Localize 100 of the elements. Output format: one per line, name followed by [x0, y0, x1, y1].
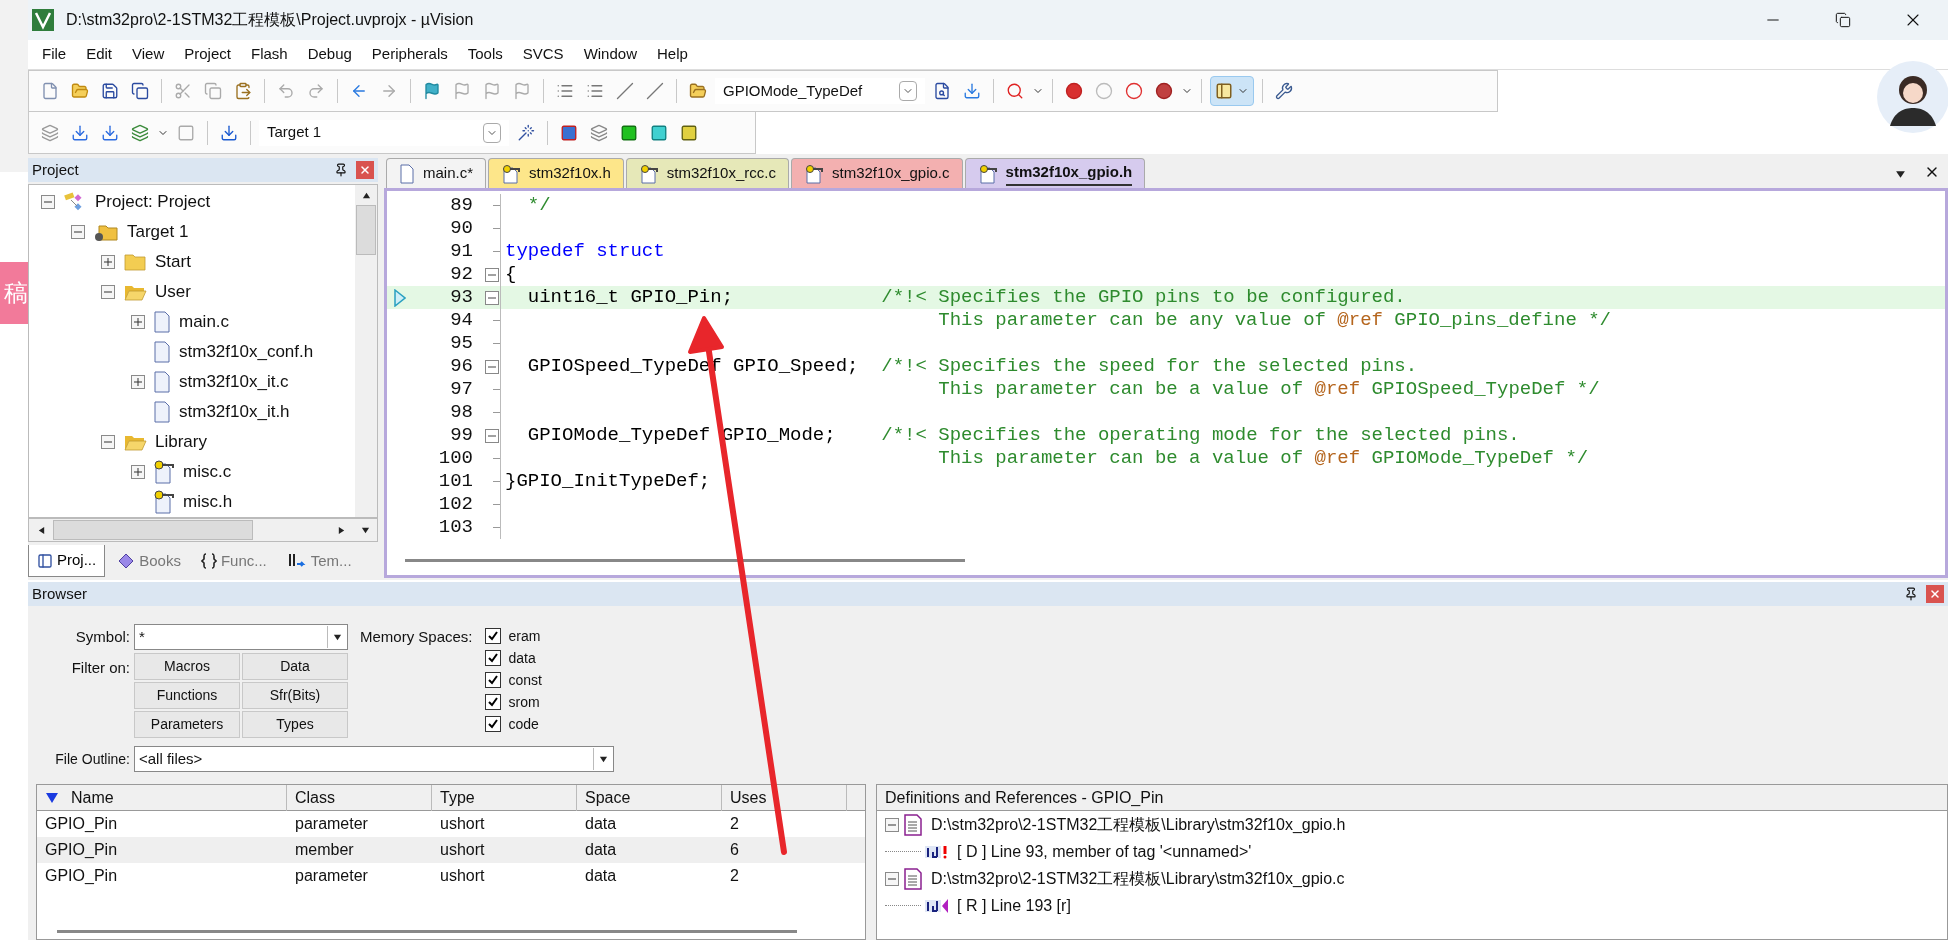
pin-icon[interactable]	[1904, 587, 1918, 601]
expand-icon[interactable]	[101, 255, 115, 269]
window-title: D:\stm32pro\2-1STM32工程模板\Project.uvprojx - µVision	[66, 10, 474, 30]
filter-button[interactable]: Sfr(Bits)	[242, 682, 348, 709]
menu-item[interactable]: SVCS	[512, 43, 574, 66]
reference-item[interactable]: D:\stm32pro\2-1STM32工程模板\Library\stm32f10x_gpio.c	[931, 866, 1345, 891]
scroll-down-icon[interactable]	[360, 525, 370, 535]
menu-item[interactable]: Peripherals	[361, 43, 458, 66]
checkbox[interactable]	[484, 628, 501, 644]
filter-button[interactable]: Data	[242, 653, 348, 680]
window-toggle-button[interactable]	[1210, 76, 1254, 106]
expand-icon[interactable]	[131, 315, 145, 329]
table-cell-text: data	[584, 814, 618, 834]
table-cell-text: ushort	[439, 840, 486, 860]
restore-icon[interactable]	[1835, 12, 1851, 28]
reference-item[interactable]: [ D ] Line 93, member of tag '<unnamed>'	[957, 839, 1252, 864]
checkbox[interactable]	[484, 716, 501, 732]
horizontal-scrollbar[interactable]	[28, 518, 378, 542]
fold-icon[interactable]	[484, 428, 499, 443]
key-file-icon	[501, 163, 522, 184]
file-icon	[153, 371, 171, 393]
target-folder-icon	[93, 222, 119, 242]
scrollbar[interactable]	[355, 185, 377, 517]
tree-item[interactable]: misc.h	[183, 489, 233, 515]
line-number: 89	[449, 193, 474, 219]
scroll-right-icon[interactable]	[336, 525, 346, 535]
table-cell-text: 2	[729, 866, 740, 886]
filter-button[interactable]: Functions	[134, 682, 240, 709]
panel-tab[interactable]: Tem...	[278, 545, 360, 577]
filter-button[interactable]: Parameters	[134, 711, 240, 738]
editor-tab[interactable]: stm32f10x_gpio.c	[790, 158, 963, 188]
line-number: 102	[437, 492, 474, 518]
collapse-icon[interactable]	[101, 285, 115, 299]
table-cell-text: data	[584, 840, 618, 860]
menu-item[interactable]: Help	[647, 43, 698, 66]
file-outline-field[interactable]: <all files>	[134, 746, 614, 772]
collapse-icon[interactable]	[41, 195, 55, 209]
tree-item[interactable]: main.c	[179, 309, 230, 335]
window-icon[interactable]	[1215, 82, 1233, 100]
tree-item[interactable]: User	[155, 279, 191, 305]
tree-item[interactable]: Project: Project	[95, 189, 211, 215]
key-file-icon	[153, 460, 175, 484]
tab-list-icon[interactable]	[1895, 169, 1906, 180]
checkbox[interactable]	[484, 650, 501, 666]
tree-item[interactable]: Target 1	[127, 219, 189, 245]
reference-item[interactable]: [ R ] Line 193 [r]	[957, 893, 1071, 918]
tree-item[interactable]: Start	[155, 249, 191, 275]
table-cell-text: ushort	[439, 814, 486, 834]
line-number: 99	[449, 423, 474, 449]
pin-icon[interactable]	[334, 163, 348, 177]
menu-item[interactable]: Tools	[457, 43, 513, 66]
document-icon	[903, 813, 923, 836]
panel-tab[interactable]: Func...	[192, 545, 275, 577]
line-number: 101	[437, 469, 474, 495]
expand-icon[interactable]	[131, 465, 145, 479]
menu-item[interactable]: View	[122, 43, 175, 66]
menu-item[interactable]: Project	[174, 43, 241, 66]
expand-icon[interactable]	[131, 375, 145, 389]
scroll-up-icon[interactable]	[361, 190, 371, 200]
fold-icon[interactable]	[484, 267, 499, 282]
editor-tab[interactable]: stm32f10x_gpio.h	[964, 158, 1146, 188]
tree-item[interactable]: stm32f10x_it.h	[179, 399, 290, 425]
editor-tab[interactable]: main.c*	[386, 158, 487, 188]
table-cell-text: GPIO_Pin	[44, 814, 119, 834]
tree-item[interactable]: stm32f10x_conf.h	[179, 339, 314, 365]
reference-item[interactable]: D:\stm32pro\2-1STM32工程模板\Library\stm32f10x_gpio.h	[931, 812, 1346, 837]
field-label: File Outline:	[54, 749, 130, 769]
checkbox[interactable]	[484, 694, 501, 710]
tree-item[interactable]: stm32f10x_it.c	[179, 369, 289, 395]
checkbox[interactable]	[484, 672, 501, 688]
fold-icon[interactable]	[484, 290, 499, 305]
tree-item[interactable]: Library	[155, 429, 207, 455]
dropdown-icon[interactable]	[599, 754, 608, 764]
filter-button[interactable]: Types	[242, 711, 348, 738]
code-line: uint16_t GPIO_Pin; /*!< Specifies the GPIO pins to be configured.	[526, 286, 1406, 309]
symbol-field[interactable]: *	[134, 624, 348, 650]
document-icon	[903, 867, 923, 890]
tree-item[interactable]: misc.c	[183, 459, 232, 485]
menu-item[interactable]: Flash	[240, 43, 298, 66]
filter-button[interactable]: Macros	[134, 653, 240, 680]
panel-tab[interactable]: Proj...	[28, 545, 106, 577]
collapse-icon[interactable]	[885, 871, 899, 886]
collapse-icon[interactable]	[885, 817, 899, 832]
avatar[interactable]	[1876, 60, 1948, 134]
code-line: {	[505, 263, 517, 286]
menu-item[interactable]: Edit	[76, 43, 123, 66]
scroll-thumb[interactable]	[356, 205, 376, 255]
editor-tab[interactable]: stm32f10x_rcc.c	[625, 158, 789, 188]
panel-tab[interactable]: Books	[109, 545, 189, 577]
menu-item[interactable]: Window	[573, 43, 647, 66]
target-combo[interactable]: Target 1	[259, 119, 509, 146]
dropdown-icon[interactable]	[333, 632, 342, 642]
fold-icon[interactable]	[484, 359, 499, 374]
collapse-icon[interactable]	[71, 225, 85, 239]
editor-tab[interactable]: stm32f10x.h	[488, 158, 624, 188]
symbol-combo[interactable]: GPIOMode_TypeDef	[715, 78, 925, 104]
menu-item[interactable]: Debug	[297, 43, 362, 66]
menu-item[interactable]: File	[32, 43, 77, 66]
scroll-left-icon[interactable]	[36, 525, 46, 535]
collapse-icon[interactable]	[101, 435, 115, 449]
